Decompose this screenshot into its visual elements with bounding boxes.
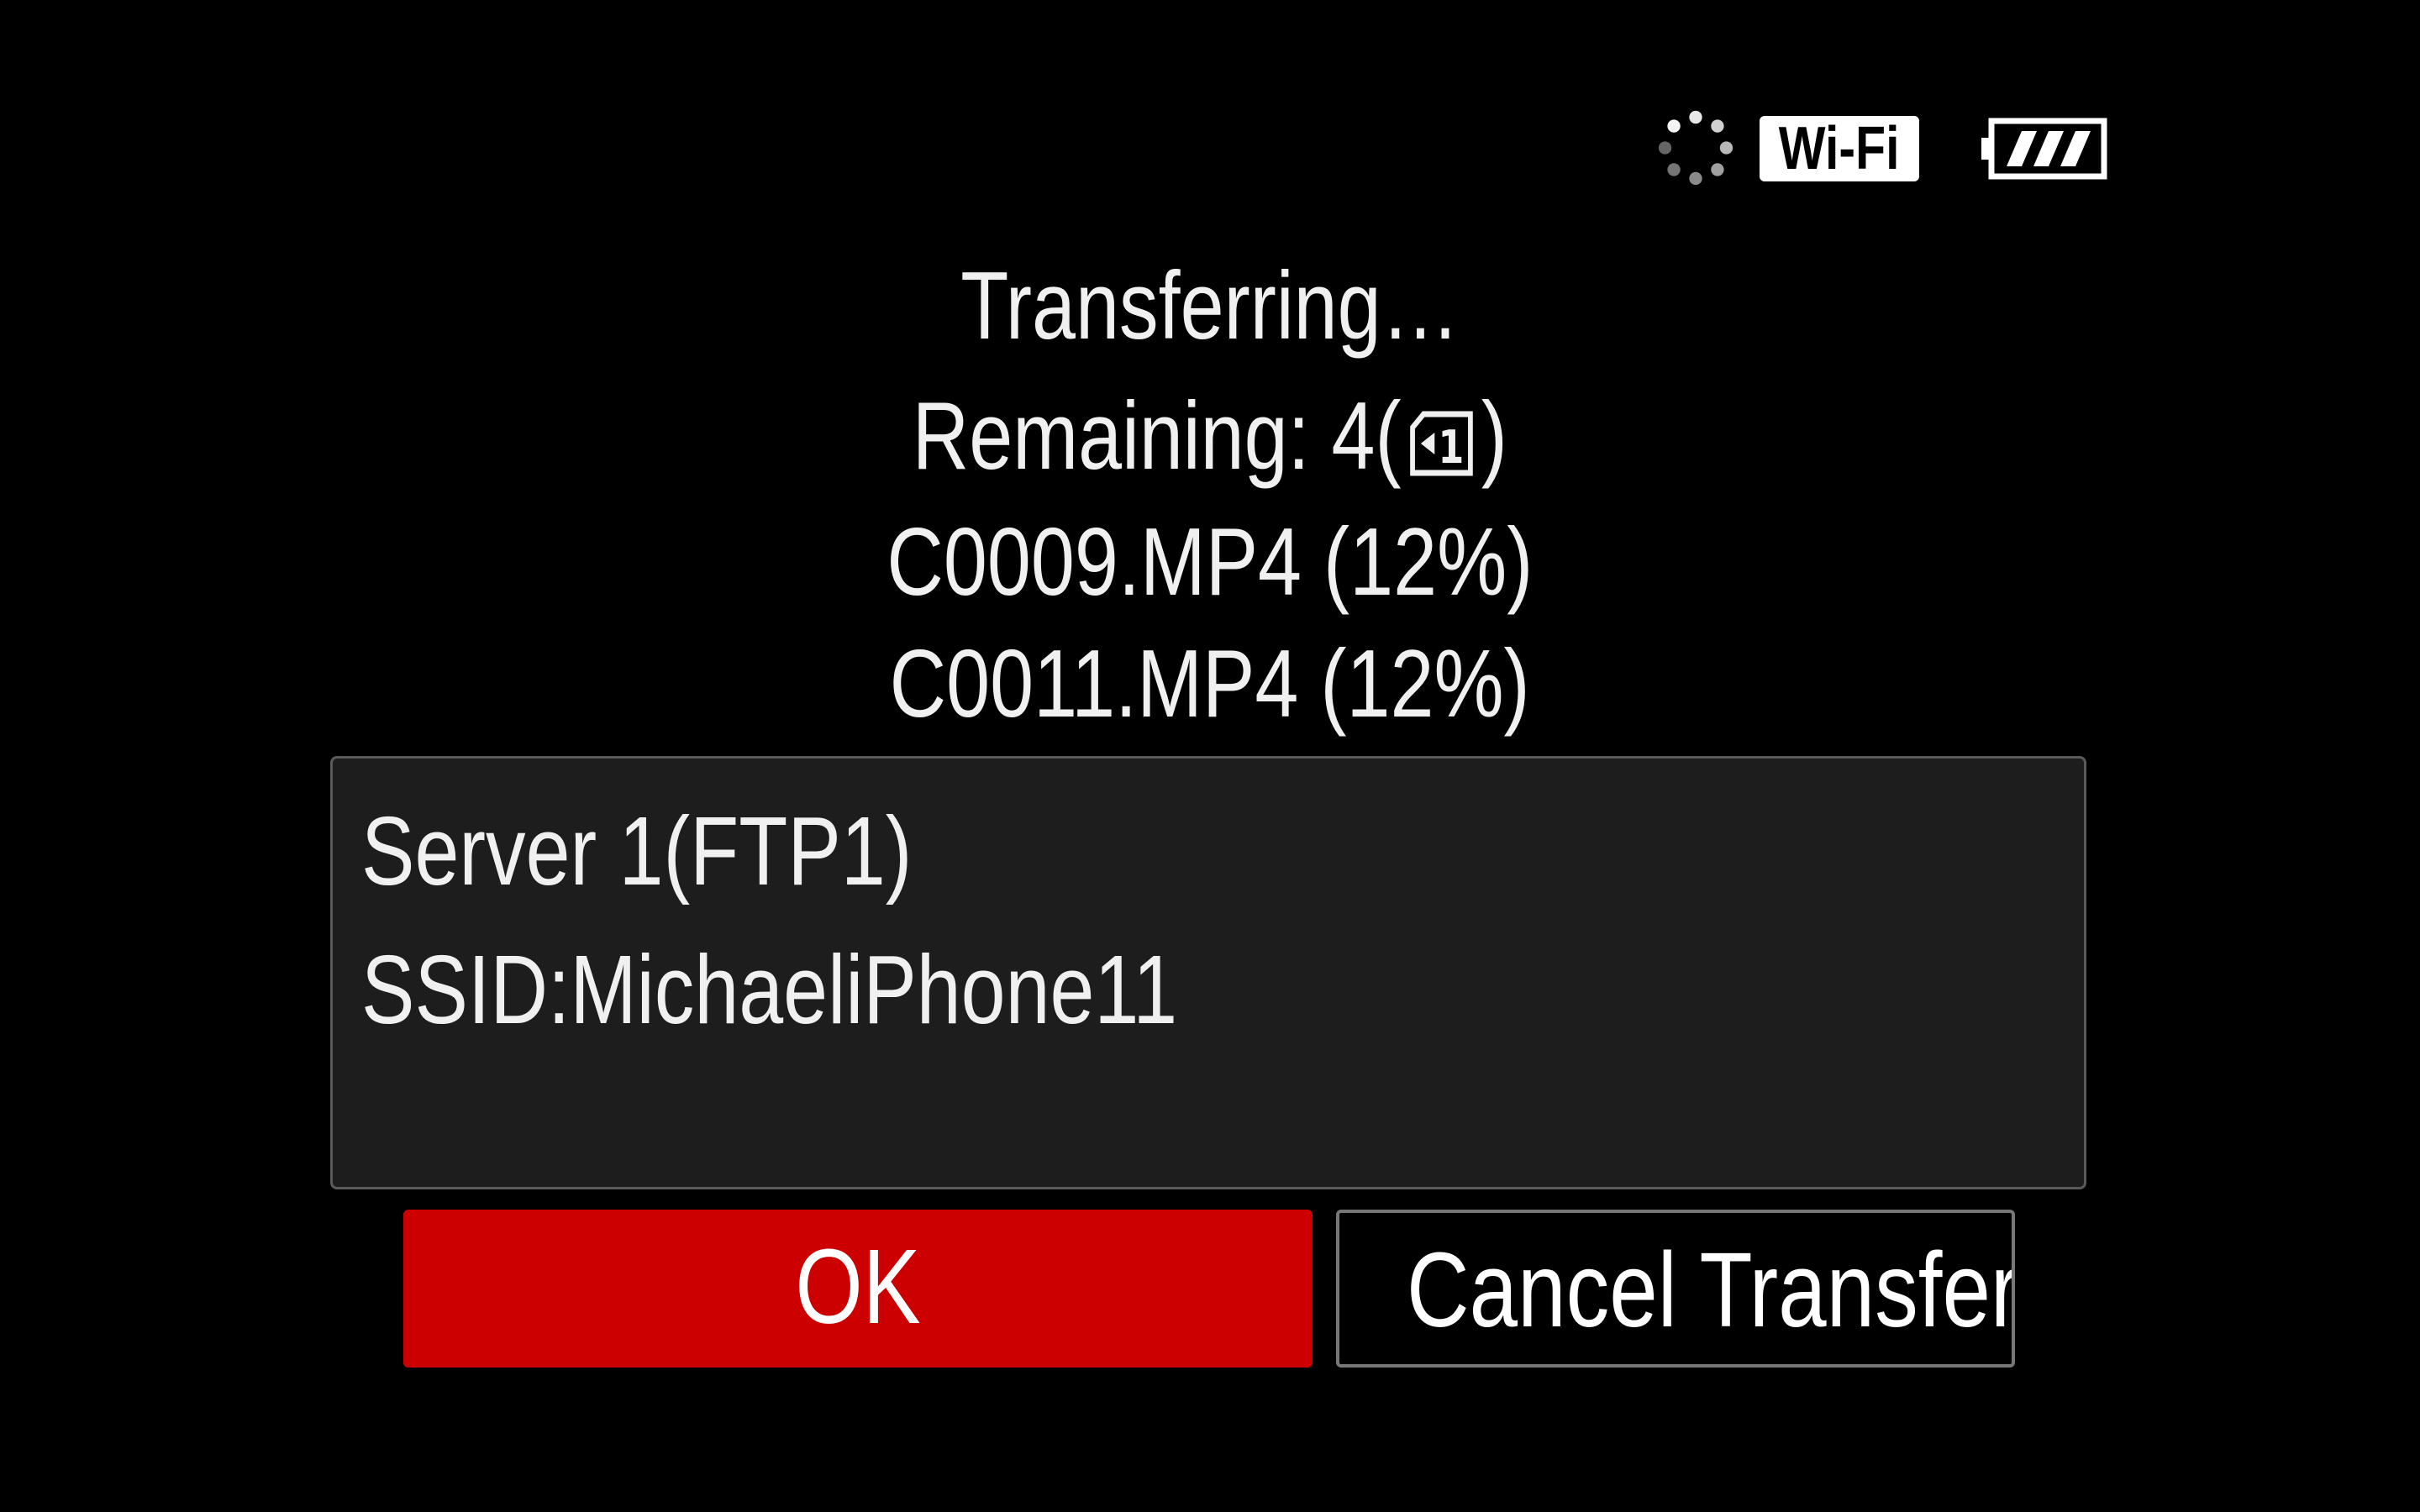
transfer-title: Transferring… (960, 253, 1460, 360)
wifi-label: Wi-Fi (1779, 116, 1900, 181)
remaining-line: Remaining: 4( 1 ) (0, 382, 2420, 491)
ok-button[interactable]: OK (403, 1210, 1313, 1368)
cancel-transfer-button[interactable]: Cancel Transfer (1336, 1210, 2015, 1368)
cancel-transfer-label: Cancel Transfer (1407, 1231, 2015, 1349)
file-progress: (12%) (1323, 509, 1534, 616)
ok-button-label: OK (795, 1227, 921, 1346)
file-name: C0009.MP4 (886, 509, 1302, 616)
ssid-label: SSID:MichaeliPhone11 (361, 935, 1178, 1044)
remaining-count: 4( (1331, 383, 1402, 490)
server-label: Server 1(FTP1) (361, 796, 913, 906)
file-progress-row: C0011.MP4 (12%) (0, 630, 2420, 739)
transfer-screen: Wi-Fi Transferring… Remaining: 4( 1 ) C0… (0, 0, 2420, 1512)
media-slot-number: 1 (1438, 421, 1464, 474)
wifi-badge: Wi-Fi (1760, 116, 1919, 181)
status-bar: Wi-Fi (1647, 101, 2118, 193)
file-progress-row: C0009.MP4 (12%) (0, 508, 2420, 617)
connection-info-box: Server 1(FTP1) SSID:MichaeliPhone11 (330, 756, 2086, 1189)
loading-spinner-icon (1658, 110, 1733, 186)
remaining-label: Remaining: (912, 383, 1310, 490)
file-name: C0011.MP4 (889, 631, 1299, 738)
file-progress: (12%) (1320, 631, 1531, 738)
remaining-close: ) (1481, 383, 1508, 490)
battery-full-icon (1981, 118, 2107, 180)
media-slot-1-icon: 1 (1410, 411, 1473, 476)
